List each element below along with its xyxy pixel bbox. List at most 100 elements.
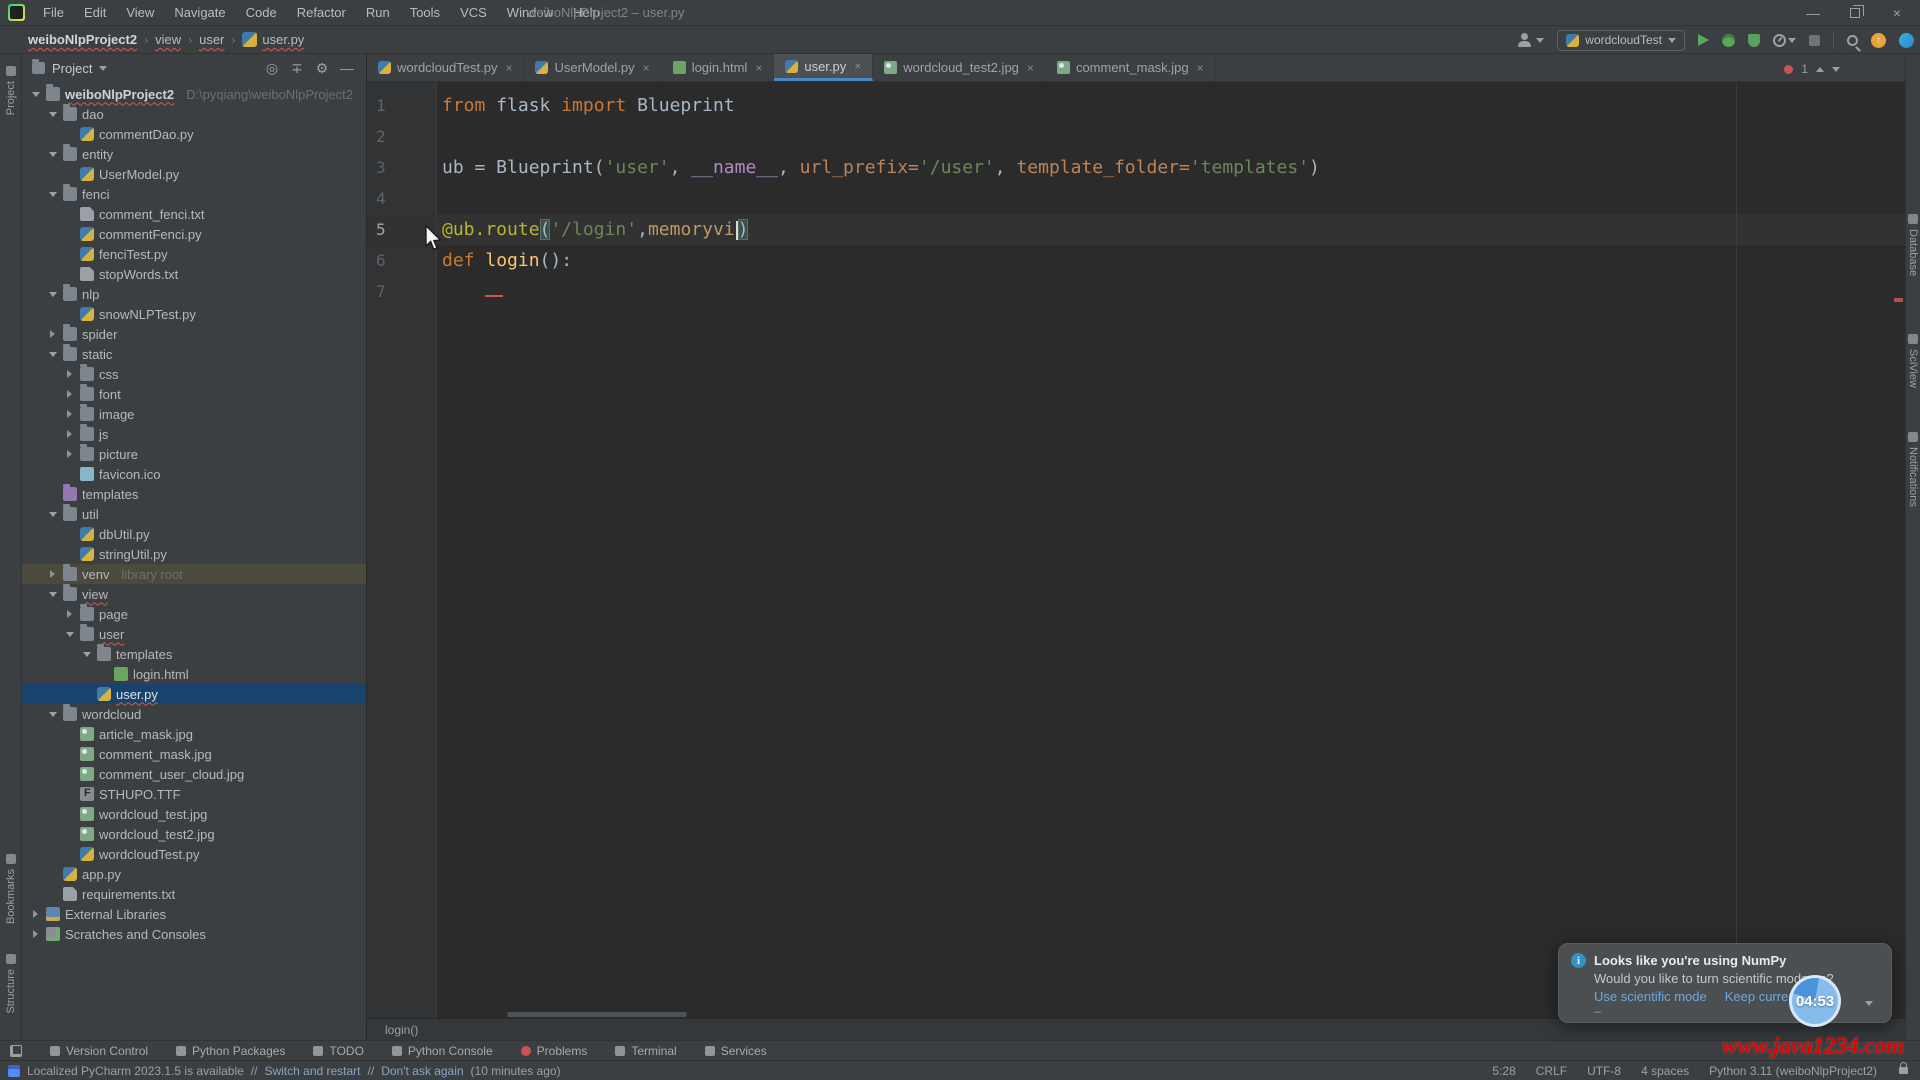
tab-close-icon[interactable]: ×: [643, 61, 650, 75]
prev-error-icon[interactable]: [1816, 67, 1824, 72]
account-button[interactable]: [1517, 33, 1544, 47]
tab-wordcloudtest-py[interactable]: wordcloudTest.py×: [367, 54, 524, 81]
chevron-expanded-icon[interactable]: [47, 712, 58, 717]
tree-item-css[interactable]: css: [22, 364, 366, 384]
tree-item-scratches-and-consoles[interactable]: Scratches and Consoles: [22, 924, 366, 944]
code-pane[interactable]: 1234567 from flask import Blueprintub = …: [367, 82, 1905, 1018]
inspection-widget[interactable]: 1: [1784, 62, 1840, 76]
chevron-collapsed-icon[interactable]: [64, 450, 75, 458]
locate-file-button[interactable]: ◎: [263, 60, 281, 77]
tree-item-entity[interactable]: entity: [22, 144, 366, 164]
tree-item-nlp[interactable]: nlp: [22, 284, 366, 304]
tab-user-py[interactable]: user.py×: [774, 54, 873, 81]
tool-stripe-bookmarks[interactable]: Bookmarks: [0, 854, 21, 924]
readonly-lock-icon[interactable]: [1899, 1067, 1908, 1074]
menu-refactor[interactable]: Refactor: [289, 2, 354, 23]
tree-item-stringutil-py[interactable]: stringUtil.py: [22, 544, 366, 564]
chevron-expanded-icon[interactable]: [47, 352, 58, 357]
tree-item-templates[interactable]: templates: [22, 644, 366, 664]
tree-item-picture[interactable]: picture: [22, 444, 366, 464]
tree-item-image[interactable]: image: [22, 404, 366, 424]
stop-button[interactable]: [1809, 35, 1820, 46]
tree-item-comment-user-cloud-jpg[interactable]: comment_user_cloud.jpg: [22, 764, 366, 784]
chevron-down-icon[interactable]: [99, 66, 107, 71]
menu-tools[interactable]: Tools: [402, 2, 448, 23]
tree-item-usermodel-py[interactable]: UserModel.py: [22, 164, 366, 184]
tree-item-wordcloudtest-py[interactable]: wordcloudTest.py: [22, 844, 366, 864]
tree-item-weibonlpproject2[interactable]: weiboNlpProject2D:\pyqiang\weiboNlpProje…: [22, 84, 366, 104]
coverage-button[interactable]: [1748, 34, 1760, 47]
chevron-expanded-icon[interactable]: [47, 292, 58, 297]
chevron-expanded-icon[interactable]: [47, 512, 58, 517]
chevron-expanded-icon[interactable]: [47, 112, 58, 117]
toolwindow-services[interactable]: Services: [705, 1044, 767, 1058]
minimize-icon[interactable]: —: [1806, 6, 1820, 20]
chevron-collapsed-icon[interactable]: [47, 570, 58, 578]
run-configuration-select[interactable]: wordcloudTest: [1557, 30, 1685, 51]
tree-item-favicon-ico[interactable]: favicon.ico: [22, 464, 366, 484]
chevron-collapsed-icon[interactable]: [47, 330, 58, 338]
menu-navigate[interactable]: Navigate: [166, 2, 233, 23]
menu-code[interactable]: Code: [238, 2, 285, 23]
tree-item-user-py[interactable]: user.py: [22, 684, 366, 704]
notification-expand-icon[interactable]: [1865, 1001, 1873, 1006]
tree-item-static[interactable]: static: [22, 344, 366, 364]
tab-comment-mask-jpg[interactable]: comment_mask.jpg×: [1046, 54, 1216, 81]
menu-edit[interactable]: Edit: [76, 2, 114, 23]
chevron-collapsed-icon[interactable]: [30, 910, 41, 918]
tree-item-dao[interactable]: dao: [22, 104, 366, 124]
menu-vcs[interactable]: VCS: [452, 2, 495, 23]
breadcrumb-item[interactable]: weiboNlpProject2: [28, 32, 137, 47]
tool-stripe-notifications[interactable]: Notifications: [1906, 432, 1920, 507]
debug-button[interactable]: [1722, 34, 1735, 47]
indent-style[interactable]: 4 spaces: [1641, 1064, 1689, 1078]
tool-window-switcher-icon[interactable]: [10, 1045, 22, 1057]
breadcrumb-item[interactable]: user: [199, 32, 224, 47]
tree-item-login-html[interactable]: login.html: [22, 664, 366, 684]
tree-item-view[interactable]: view: [22, 584, 366, 604]
tool-stripe-database[interactable]: Database: [1906, 214, 1920, 276]
chevron-collapsed-icon[interactable]: [64, 610, 75, 618]
panel-settings-button[interactable]: ⚙: [313, 60, 331, 77]
editor-breadcrumb-item[interactable]: login(): [385, 1023, 418, 1037]
update-available-icon[interactable]: ↑: [1871, 33, 1886, 48]
file-encoding[interactable]: UTF-8: [1587, 1064, 1621, 1078]
chevron-collapsed-icon[interactable]: [64, 430, 75, 438]
code-column[interactable]: from flask import Blueprintub = Blueprin…: [437, 82, 1905, 1018]
menu-file[interactable]: File: [35, 2, 72, 23]
tree-item-page[interactable]: page: [22, 604, 366, 624]
tree-item-comment-fenci-txt[interactable]: comment_fenci.txt: [22, 204, 366, 224]
toolwindow-python-packages[interactable]: Python Packages: [176, 1044, 285, 1058]
restore-icon[interactable]: [1850, 8, 1860, 18]
tab-login-html[interactable]: login.html×: [662, 54, 775, 81]
next-error-icon[interactable]: [1832, 67, 1840, 72]
project-panel-title[interactable]: Project: [52, 61, 92, 76]
tree-item-templates[interactable]: templates: [22, 484, 366, 504]
collapse-all-button[interactable]: ∓: [288, 60, 306, 77]
tab-close-icon[interactable]: ×: [755, 61, 762, 75]
tree-item-requirements-txt[interactable]: requirements.txt: [22, 884, 366, 904]
chevron-collapsed-icon[interactable]: [64, 370, 75, 378]
tree-item-dbutil-py[interactable]: dbUtil.py: [22, 524, 366, 544]
toolwindow-version-control[interactable]: Version Control: [50, 1044, 148, 1058]
tree-item-article-mask-jpg[interactable]: article_mask.jpg: [22, 724, 366, 744]
tab-close-icon[interactable]: ×: [854, 59, 861, 73]
toolwindow-terminal[interactable]: Terminal: [615, 1044, 676, 1058]
error-stripe-mark[interactable]: [1894, 298, 1903, 302]
toolwindow-problems[interactable]: Problems: [521, 1044, 588, 1058]
profiler-button[interactable]: [1773, 34, 1796, 47]
tree-item-spider[interactable]: spider: [22, 324, 366, 344]
use-scientific-mode-link[interactable]: Use scientific mode: [1594, 989, 1707, 1004]
tree-item-wordcloud-test-jpg[interactable]: wordcloud_test.jpg: [22, 804, 366, 824]
tab-close-icon[interactable]: ×: [1197, 61, 1204, 75]
dont-ask-again-link[interactable]: Don't ask again: [381, 1064, 463, 1078]
tab-close-icon[interactable]: ×: [1027, 61, 1034, 75]
tree-item-comment-mask-jpg[interactable]: comment_mask.jpg: [22, 744, 366, 764]
tree-item-user[interactable]: user: [22, 624, 366, 644]
tree-item-commentfenci-py[interactable]: commentFenci.py: [22, 224, 366, 244]
chevron-expanded-icon[interactable]: [64, 632, 75, 637]
breadcrumb-item[interactable]: user.py: [242, 32, 304, 47]
tab-usermodel-py[interactable]: UserModel.py×: [524, 54, 661, 81]
search-everywhere-button[interactable]: [1847, 35, 1858, 46]
tree-item-fenci[interactable]: fenci: [22, 184, 366, 204]
